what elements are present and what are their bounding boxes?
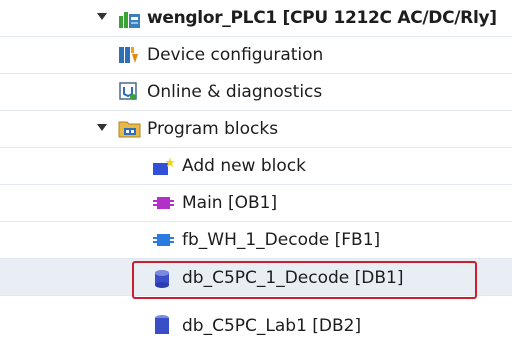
tree-item-program-blocks[interactable]: Program blocks xyxy=(0,111,512,148)
function-block-icon xyxy=(152,230,174,250)
data-block-icon xyxy=(152,314,174,334)
tree-item-main-ob1[interactable]: Main [OB1] xyxy=(0,185,512,222)
tree-item-add-new-block[interactable]: Add new block xyxy=(0,148,512,185)
tree-item-label: Program blocks xyxy=(147,119,279,139)
plc-device-icon xyxy=(118,8,140,28)
online-diagnostics-icon xyxy=(118,82,140,102)
tree-item-device-configuration[interactable]: Device configuration xyxy=(0,37,512,74)
project-tree: wenglor_PLC1 [CPU 1212C AC/DC/Rly] Devic… xyxy=(0,0,512,338)
tree-item-label: fb_WH_1_Decode [FB1] xyxy=(182,230,381,250)
tree-item-online-diagnostics[interactable]: Online & diagnostics xyxy=(0,74,512,111)
add-new-block-icon xyxy=(152,156,175,176)
device-configuration-icon xyxy=(118,45,140,65)
expand-arrow-icon[interactable] xyxy=(97,13,107,20)
expand-arrow-icon[interactable] xyxy=(97,124,107,131)
folder-icon xyxy=(118,119,141,139)
tree-item-label: Device configuration xyxy=(147,45,324,65)
organization-block-icon xyxy=(152,193,174,213)
tree-item-plc[interactable]: wenglor_PLC1 [CPU 1212C AC/DC/Rly] xyxy=(0,0,512,37)
tree-item-db-c5pc-lab1[interactable]: db_C5PC_Lab1 [DB2] xyxy=(0,296,512,338)
tree-item-label: Online & diagnostics xyxy=(147,82,323,102)
tree-item-label: db_C5PC_Lab1 [DB2] xyxy=(182,316,362,336)
highlight-box xyxy=(132,261,477,299)
tree-item-label: Add new block xyxy=(182,156,306,176)
tree-item-label: wenglor_PLC1 [CPU 1212C AC/DC/Rly] xyxy=(147,8,497,28)
tree-item-label: Main [OB1] xyxy=(182,193,278,213)
tree-item-fb-wh-1-decode[interactable]: fb_WH_1_Decode [FB1] xyxy=(0,222,512,259)
